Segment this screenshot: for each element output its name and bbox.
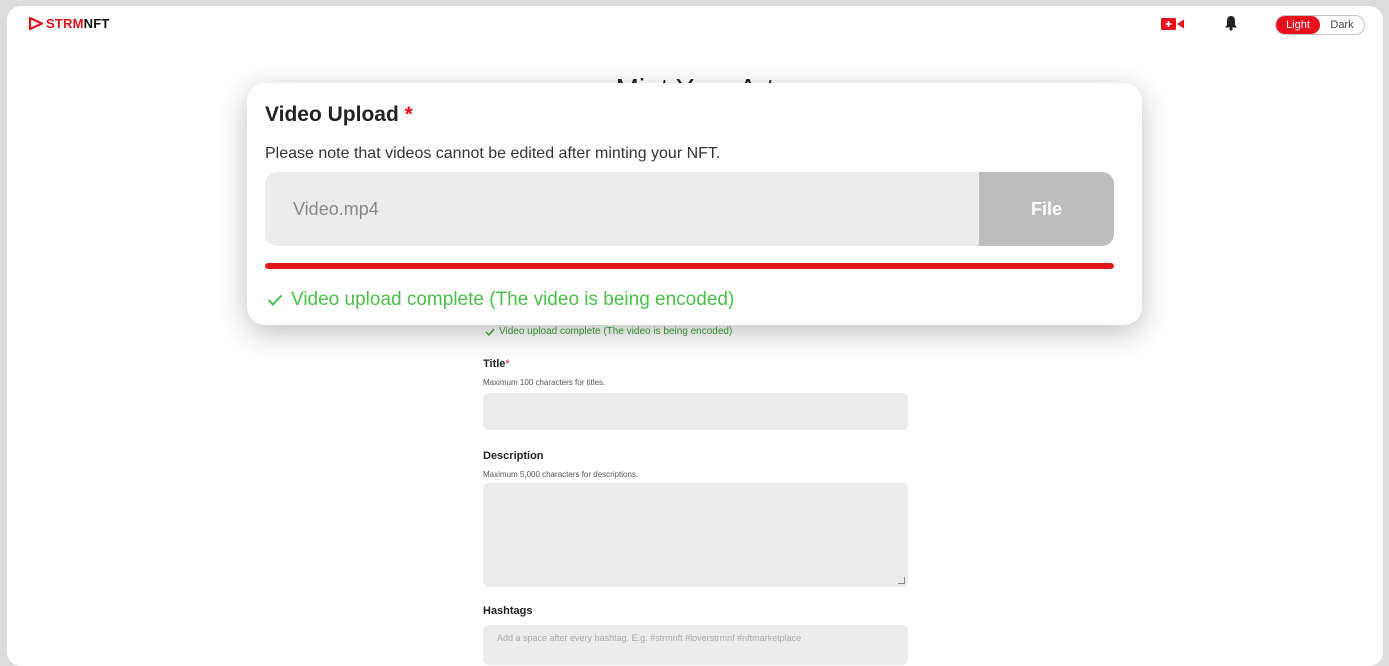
- upload-progress-fill: [265, 263, 1114, 269]
- title-label: Title*: [483, 358, 510, 370]
- required-marker: *: [404, 103, 413, 126]
- required-marker: *: [505, 358, 510, 370]
- modal-title: Video Upload *: [265, 103, 413, 127]
- bell-icon[interactable]: [1224, 15, 1238, 31]
- video-upload-modal: Video Upload * Please note that videos c…: [247, 83, 1142, 325]
- title-hint: Maximum 100 characters for titles.: [483, 378, 606, 387]
- modal-title-text: Video Upload: [265, 103, 399, 126]
- add-video-icon[interactable]: [1161, 17, 1185, 31]
- description-label: Description: [483, 450, 544, 462]
- brand-logo[interactable]: STRM NFT: [29, 16, 110, 31]
- title-label-text: Title: [483, 358, 506, 370]
- hashtags-label: Hashtags: [483, 605, 533, 617]
- file-button[interactable]: File: [979, 172, 1114, 246]
- upload-status-small: Video upload complete (The video is bein…: [485, 326, 732, 337]
- logo-text-strm: STRM: [46, 16, 84, 31]
- upload-status: Video upload complete (The video is bein…: [267, 289, 734, 311]
- hashtags-placeholder: Add a space after every hashtag. E.g. #s…: [497, 633, 802, 643]
- file-upload-field[interactable]: Video.mp4 File: [265, 172, 1114, 246]
- description-textarea[interactable]: [483, 483, 908, 587]
- file-name: Video.mp4: [293, 199, 379, 219]
- theme-toggle[interactable]: Light Dark: [1275, 15, 1365, 35]
- check-icon: [267, 294, 283, 306]
- theme-dark-option[interactable]: Dark: [1320, 16, 1364, 34]
- upload-status-text: Video upload complete (The video is bein…: [499, 326, 733, 337]
- hashtags-input[interactable]: Add a space after every hashtag. E.g. #s…: [483, 625, 908, 665]
- description-hint: Maximum 5,000 characters for description…: [483, 470, 639, 479]
- play-logo-icon: [29, 17, 43, 30]
- title-input[interactable]: [483, 393, 908, 430]
- modal-note: Please note that videos cannot be edited…: [265, 145, 721, 162]
- theme-light-option[interactable]: Light: [1276, 16, 1320, 34]
- check-icon: [485, 328, 495, 336]
- upload-progress-bar: [265, 263, 1114, 269]
- upload-status-text: Video upload complete (The video is bein…: [291, 289, 735, 310]
- logo-text-nft: NFT: [83, 16, 110, 31]
